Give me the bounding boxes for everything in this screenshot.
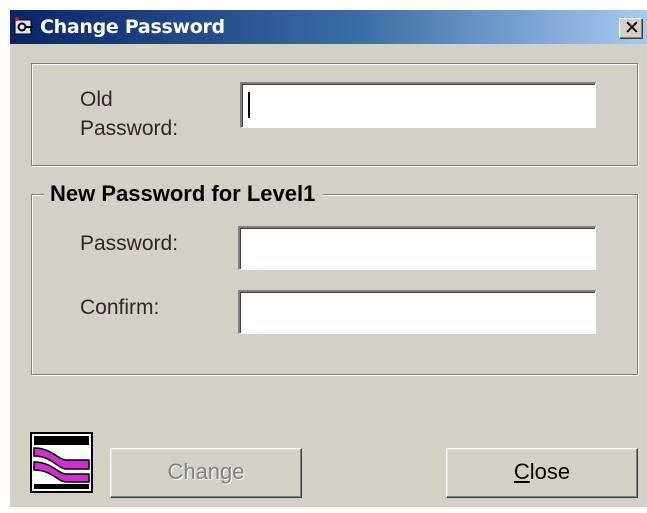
- old-password-label-line1: Old: [80, 88, 113, 111]
- key-app-icon: [14, 17, 33, 35]
- old-password-input[interactable]: [240, 82, 596, 128]
- old-password-label-line2: Password:: [80, 117, 179, 140]
- new-password-input[interactable]: [238, 226, 596, 270]
- product-logo-icon: [30, 432, 93, 493]
- window-title: Change Password: [40, 16, 225, 38]
- title-close-button[interactable]: ✕: [619, 17, 643, 39]
- new-password-group-legend: New Password for Level1: [44, 181, 324, 207]
- change-password-dialog: Change Password ✕ Old Password: New Pass…: [10, 10, 647, 507]
- close-label-rest: lose: [529, 459, 571, 484]
- password-label: Password:: [80, 232, 179, 255]
- text-caret: [248, 92, 250, 118]
- close-button[interactable]: Close: [446, 448, 638, 498]
- old-password-label: Old Password:: [80, 85, 178, 143]
- close-icon: ✕: [624, 17, 640, 39]
- new-password-group: [31, 194, 638, 375]
- title-bar[interactable]: Change Password ✕: [10, 10, 647, 44]
- change-button[interactable]: Change: [110, 448, 302, 498]
- confirm-password-input[interactable]: [238, 290, 596, 334]
- close-mnemonic: C: [513, 459, 530, 484]
- confirm-label: Confirm:: [80, 296, 160, 319]
